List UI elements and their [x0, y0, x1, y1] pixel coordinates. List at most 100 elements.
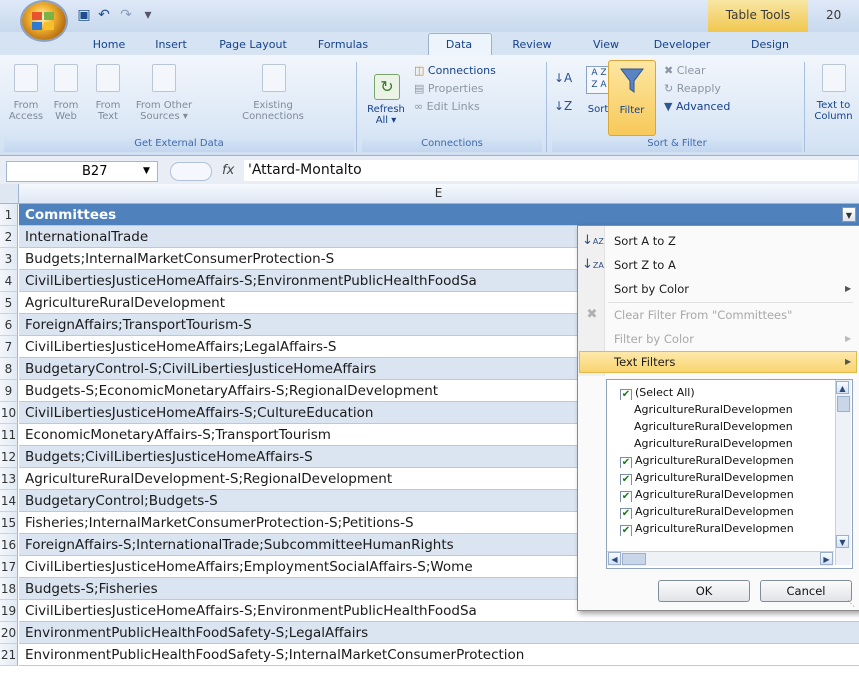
tab-insert[interactable]: Insert [146, 36, 196, 54]
sort-za-small-icon[interactable]: ↓Z [554, 96, 576, 116]
row-number[interactable]: 14 [0, 490, 18, 512]
row-number[interactable]: 9 [0, 380, 18, 402]
from-web-button[interactable]: From Web [48, 60, 84, 134]
row-number[interactable]: 17 [0, 556, 18, 578]
group-label-sort-filter: Sort & Filter [552, 136, 802, 152]
table-cell[interactable]: EnvironmentPublicHealthFoodSafety-S;Inte… [19, 644, 859, 666]
scroll-down-icon[interactable]: ▼ [836, 535, 849, 548]
row-number[interactable]: 21 [0, 644, 18, 666]
menu-text-filters[interactable]: Text Filters [614, 351, 854, 373]
tab-home[interactable]: Home [84, 36, 134, 54]
tab-design[interactable]: Design [740, 36, 800, 54]
edit-links-item[interactable]: ∞ Edit Links [414, 100, 480, 114]
from-access-button[interactable]: From Access [8, 60, 44, 134]
row-number[interactable]: 5 [0, 292, 18, 314]
formula-input[interactable]: 'Attard-Montalto [244, 160, 858, 181]
row-number[interactable]: 3 [0, 248, 18, 270]
from-text-button[interactable]: From Text [90, 60, 126, 134]
ok-button[interactable]: OK [658, 580, 750, 602]
table-header-cell[interactable]: Committees [19, 204, 859, 226]
filter-value-item[interactable]: ✔ AgricultureRuralDevelopmen [620, 453, 840, 468]
tab-review[interactable]: Review [504, 36, 560, 54]
row-number[interactable]: 2 [0, 226, 18, 248]
filter-value-item[interactable]: ✔ AgricultureRuralDevelopmen [620, 504, 840, 519]
cancel-button[interactable]: Cancel [760, 580, 852, 602]
vertical-scroll-thumb[interactable] [837, 396, 850, 412]
filter-value-item[interactable]: ✔ AgricultureRuralDevelopmen [620, 470, 840, 485]
save-icon[interactable]: ▣ [76, 7, 92, 23]
checkbox-checked-icon[interactable]: ✔ [620, 474, 632, 485]
select-all-corner[interactable] [0, 184, 19, 203]
menu-filter-by-color[interactable]: Filter by Color [614, 328, 854, 350]
group-label-get-external-data: Get External Data [4, 136, 354, 152]
filter-value-item[interactable]: AgricultureRuralDevelopmen [620, 436, 840, 451]
row-number[interactable]: 6 [0, 314, 18, 336]
reapply-item[interactable]: ↻ Reapply [664, 82, 721, 96]
row-number[interactable]: 1 [0, 204, 18, 226]
filter-value-item[interactable]: AgricultureRuralDevelopmen [620, 402, 840, 417]
filter-value-item[interactable]: AgricultureRuralDevelopmen [620, 419, 840, 434]
formula-cancel-enter-icons[interactable] [170, 162, 212, 181]
horizontal-scroll-thumb[interactable] [622, 553, 646, 565]
row-number[interactable]: 19 [0, 600, 18, 622]
scroll-right-icon[interactable]: ▶ [820, 552, 833, 565]
insert-function-icon[interactable]: fx [222, 161, 234, 180]
checkbox-checked-icon[interactable]: ✔ [620, 457, 632, 468]
select-all-checkbox-row[interactable]: ✔ (Select All) [620, 385, 840, 400]
row-number[interactable]: 4 [0, 270, 18, 292]
clear-item[interactable]: ✖ Clear [664, 64, 706, 78]
row-number[interactable]: 20 [0, 622, 18, 644]
undo-icon[interactable]: ↶ [96, 7, 112, 23]
filter-dropdown-arrow-icon[interactable]: ▼ [842, 207, 856, 222]
checkbox-checked-icon[interactable]: ✔ [620, 525, 632, 536]
row-number[interactable]: 15 [0, 512, 18, 534]
name-box-dropdown-icon[interactable]: ▼ [143, 162, 150, 181]
tab-data[interactable]: Data [432, 36, 486, 54]
sort-az-small-icon[interactable]: ↓A [554, 68, 576, 88]
filter-value-item[interactable]: ✔ AgricultureRuralDevelopmen [620, 521, 840, 536]
tab-developer[interactable]: Developer [646, 36, 718, 54]
tab-page-layout[interactable]: Page Layout [210, 36, 296, 54]
name-box[interactable]: B27 ▼ [6, 161, 158, 182]
redo-icon[interactable]: ↷ [118, 7, 134, 23]
checkbox-checked-icon[interactable]: ✔ [620, 491, 632, 502]
office-button[interactable] [22, 2, 66, 40]
row-number[interactable]: 10 [0, 402, 18, 424]
menu-sort-z-to-a[interactable]: Sort Z to A [614, 254, 854, 276]
filter-value-item[interactable]: ✔ AgricultureRuralDevelopmen [620, 487, 840, 502]
resize-grip-icon[interactable]: ⋱ [847, 600, 855, 608]
group-separator [356, 62, 357, 152]
row-number[interactable]: 13 [0, 468, 18, 490]
scroll-left-icon[interactable]: ◀ [608, 552, 621, 565]
tab-view[interactable]: View [586, 36, 626, 54]
row-number[interactable]: 8 [0, 358, 18, 380]
row-number[interactable]: 18 [0, 578, 18, 600]
refresh-all-button[interactable]: ↻ Refresh All ▾ [366, 60, 406, 134]
checkbox-checked-icon[interactable]: ✔ [620, 389, 632, 400]
advanced-label: Advanced [675, 100, 731, 113]
row-number[interactable]: 16 [0, 534, 18, 556]
menu-sort-a-to-z[interactable]: Sort A to Z [614, 230, 854, 252]
scroll-up-icon[interactable]: ▲ [836, 381, 849, 394]
row-number[interactable]: 11 [0, 424, 18, 446]
column-header-e[interactable]: E [18, 184, 859, 203]
filter-value-label: AgricultureRuralDevelopmen [635, 454, 794, 467]
web-icon [54, 64, 78, 92]
menu-sort-by-color[interactable]: Sort by Color [614, 278, 854, 300]
qat-customize-icon[interactable]: ▾ [140, 7, 156, 23]
connections-item[interactable]: ◫ Connections [414, 64, 496, 78]
from-other-sources-button[interactable]: From Other Sources ▾ [132, 60, 196, 134]
row-number[interactable]: 7 [0, 336, 18, 358]
existing-connections-button[interactable]: Existing Connections [236, 60, 310, 134]
filter-value-label: AgricultureRuralDevelopmen [634, 437, 793, 450]
filter-button[interactable]: Filter [608, 60, 656, 136]
tab-formulas[interactable]: Formulas [308, 36, 378, 54]
row-number[interactable]: 12 [0, 446, 18, 468]
table-cell[interactable]: EnvironmentPublicHealthFoodSafety-S;Lega… [19, 622, 859, 644]
table-tools-context: Table Tools [708, 0, 808, 32]
menu-clear-filter[interactable]: Clear Filter From "Committees" [614, 304, 854, 326]
properties-item[interactable]: ▤ Properties [414, 82, 484, 96]
checkbox-checked-icon[interactable]: ✔ [620, 508, 632, 519]
advanced-item[interactable]: ▼ Advanced [664, 100, 730, 114]
text-to-columns-button[interactable]: Text to Column [808, 60, 859, 134]
